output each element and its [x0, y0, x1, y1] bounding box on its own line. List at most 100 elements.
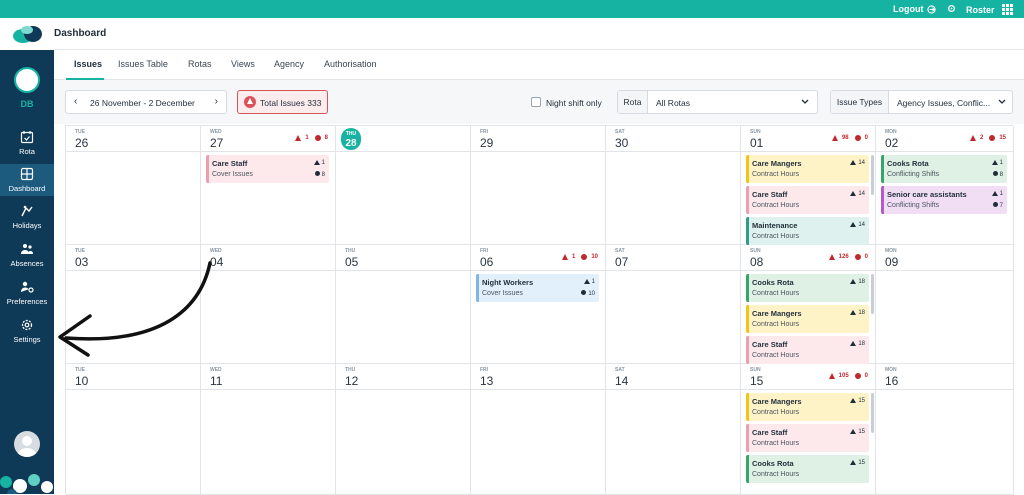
settings-top-button[interactable]	[947, 4, 956, 13]
sidebar-item-label: Settings	[13, 335, 41, 344]
day-number: 12	[345, 374, 359, 388]
rota-select-value: All Rotas	[656, 98, 691, 108]
sidebar-item-dashboard[interactable]: Dashboard	[0, 164, 54, 196]
calendar-day-cell[interactable]: TUE 03	[66, 245, 201, 364]
warning-count: 1	[305, 135, 309, 141]
tab-authorisation[interactable]: Authorisation	[324, 59, 377, 69]
issue-count: 8	[321, 172, 325, 178]
error-icon	[581, 290, 587, 295]
calendar-day-cell[interactable]: TUE 26	[66, 126, 201, 245]
calendar-day-cell[interactable]: SAT 30	[606, 126, 741, 245]
rota-select[interactable]: Rota All Rotas	[617, 90, 818, 114]
filter-bar: ‹ 26 November - 2 December › Total Issue…	[54, 80, 1024, 124]
night-shift-checkbox[interactable]	[531, 97, 541, 107]
issue-card-type: Contract Hours	[752, 290, 800, 297]
issue-card[interactable]: Cooks Rota Contract Hours 15	[746, 455, 869, 483]
cell-scrollbar[interactable]	[871, 393, 874, 433]
calendar-day-cell[interactable]: MON 16	[876, 364, 1014, 495]
day-header: TUE 10	[66, 364, 200, 390]
issue-card[interactable]: Care Mangers Contract Hours 18	[746, 305, 869, 333]
day-issue-counts: 126 0	[828, 254, 868, 260]
calendar-day-cell[interactable]: THU 28	[336, 126, 471, 245]
warning-icon	[561, 254, 568, 260]
sidebar-item-preferences[interactable]: Preferences	[0, 280, 54, 310]
day-of-week: TUE	[75, 367, 85, 373]
sidebar-item-rota[interactable]: Rota	[0, 130, 54, 160]
issue-card-title: Care Staff	[212, 159, 248, 168]
calendar-day-cell[interactable]: MON 09	[876, 245, 1014, 364]
issue-types-select[interactable]: Issue Types Agency Issues, Conflic...	[830, 90, 1013, 114]
calendar-day-cell[interactable]: SUN 01 98 0 Care Mangers Contract Hours 14 Care…	[741, 126, 876, 245]
calendar-day-cell[interactable]: FRI 29	[471, 126, 606, 245]
day-number: 01	[750, 136, 764, 150]
issue-card[interactable]: Care Mangers Contract Hours 14	[746, 155, 869, 183]
gear-icon	[21, 319, 33, 331]
calendar-day-cell[interactable]: WED 11	[201, 364, 336, 495]
day-header: SUN 08 126 0	[741, 245, 875, 271]
issue-card[interactable]: Care Staff Contract Hours 14	[746, 186, 869, 214]
issue-card[interactable]: Night Workers Cover Issues 1 10	[476, 274, 599, 302]
calendar-day-cell[interactable]: WED 04	[201, 245, 336, 364]
issue-card[interactable]: Cooks Rota Contract Hours 18	[746, 274, 869, 302]
calendar-day-cell[interactable]: SAT 07	[606, 245, 741, 364]
calendar-day-cell[interactable]: TUE 10	[66, 364, 201, 495]
tab-issues-table[interactable]: Issues Table	[118, 59, 168, 69]
tab-agency[interactable]: Agency	[274, 59, 304, 69]
day-of-week: TUE	[75, 248, 85, 254]
day-number: 27	[210, 136, 224, 150]
sidebar-item-settings[interactable]: Settings	[0, 318, 54, 348]
sidebar-item-label: Rota	[19, 147, 35, 156]
issue-card-warning-count: 14	[850, 222, 865, 228]
issue-card[interactable]: Senior care assistants Conflicting Shifts…	[881, 186, 1007, 214]
calendar-day-cell[interactable]: THU 12	[336, 364, 471, 495]
issue-card-warning-count: 1	[583, 279, 595, 285]
day-header: TUE 03	[66, 245, 200, 271]
prev-week-button[interactable]: ‹	[74, 96, 77, 107]
calendar-day-cell[interactable]: SUN 08 126 0 Cooks Rota Contract Hours 18 Care …	[741, 245, 876, 364]
warning-icon	[850, 310, 857, 315]
calendar-day-cell[interactable]: THU 05	[336, 245, 471, 364]
issue-card[interactable]: Care Staff Contract Hours 15	[746, 424, 869, 452]
error-icon	[854, 373, 861, 379]
day-of-week: FRI	[480, 129, 489, 135]
tab-rotas[interactable]: Rotas	[188, 59, 212, 69]
issue-card[interactable]: Care Staff Cover Issues 1 8	[206, 155, 329, 183]
day-of-week: WED	[210, 367, 222, 373]
calendar-day-cell[interactable]: WED 27 1 8 Care Staff Cover Issues 1 8	[201, 126, 336, 245]
calendar-day-cell[interactable]: MON 02 2 15 Cooks Rota Conflicting Shifts 1 8 Se…	[876, 126, 1014, 245]
issue-card[interactable]: Care Mangers Contract Hours 15	[746, 393, 869, 421]
issue-count: 18	[858, 341, 865, 347]
app-logo[interactable]	[0, 18, 54, 50]
sidebar-item-absences[interactable]: Absences	[0, 242, 54, 272]
roster-button[interactable]: Roster	[966, 4, 1013, 15]
issue-card-title: Maintenance	[752, 221, 798, 230]
sidebar-item-holidays[interactable]: Holidays	[0, 204, 54, 234]
calendar-day-cell[interactable]: FRI 06 1 10 Night Workers Cover Issues 1 10	[471, 245, 606, 364]
issue-card[interactable]: Cooks Rota Conflicting Shifts 1 8	[881, 155, 1007, 183]
day-header: WED 04	[201, 245, 335, 271]
calendar-day-cell[interactable]: SAT 14	[606, 364, 741, 495]
user-initials: DB	[20, 99, 34, 109]
day-number: 05	[345, 255, 359, 269]
total-issues-badge[interactable]: Total Issues 333	[237, 90, 328, 114]
tab-issues[interactable]: Issues	[74, 59, 102, 69]
cell-scrollbar[interactable]	[871, 155, 874, 195]
issue-card[interactable]: Care Staff Contract Hours 18	[746, 336, 869, 364]
chevron-down-icon	[998, 99, 1006, 104]
issue-card-title: Senior care assistants	[887, 190, 967, 199]
org-avatar[interactable]	[14, 67, 40, 93]
warning-icon	[850, 460, 857, 465]
calendar-day-cell[interactable]: SUN 15 105 0 Care Mangers Contract Hours 15 Car…	[741, 364, 876, 495]
cell-scrollbar[interactable]	[871, 274, 874, 314]
tab-views[interactable]: Views	[231, 59, 255, 69]
issue-card[interactable]: Maintenance Contract Hours 14	[746, 217, 869, 245]
day-issue-counts: 98 0	[831, 135, 868, 141]
error-icon	[854, 135, 861, 141]
tab-bar: Issues Issues Table Rotas Views Agency A…	[54, 50, 1024, 80]
next-week-button[interactable]: ›	[215, 96, 218, 107]
issue-card-title: Night Workers	[482, 278, 534, 287]
dashboard-icon	[20, 167, 34, 181]
logout-button[interactable]: Logout	[893, 4, 936, 14]
user-avatar[interactable]	[14, 431, 40, 457]
calendar-day-cell[interactable]: FRI 13	[471, 364, 606, 495]
